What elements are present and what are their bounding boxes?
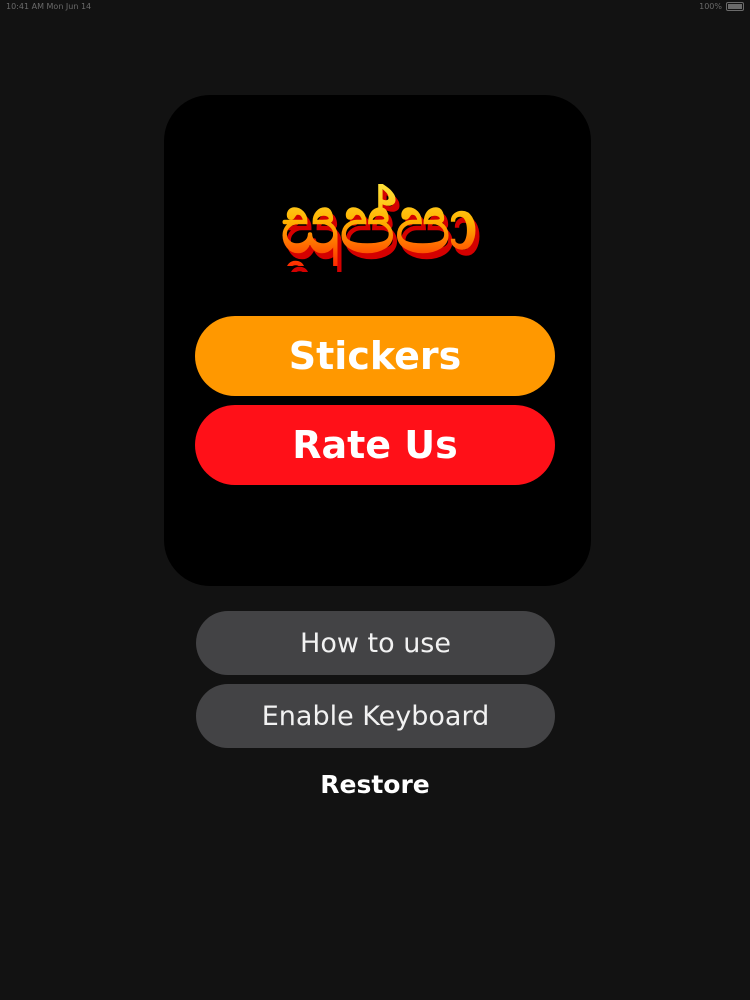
enable-keyboard-button[interactable]: Enable Keyboard — [196, 684, 555, 748]
battery-icon — [726, 2, 744, 11]
status-time: 10:41 AM Mon Jun 14 — [6, 2, 92, 11]
status-bar: 10:41 AM Mon Jun 14 100% — [0, 0, 750, 14]
logo-text: සුප්පා — [280, 177, 478, 272]
how-to-use-button[interactable]: How to use — [196, 611, 555, 675]
rate-us-button[interactable]: Rate Us — [195, 405, 555, 485]
status-right: 100% — [699, 2, 744, 11]
stickers-button[interactable]: Stickers — [195, 316, 555, 396]
battery-percent: 100% — [699, 2, 722, 11]
restore-button[interactable]: Restore — [0, 770, 750, 799]
main-card: සුප්පා Stickers Rate Us — [164, 95, 591, 586]
app-logo: සුප්පා — [234, 165, 524, 285]
